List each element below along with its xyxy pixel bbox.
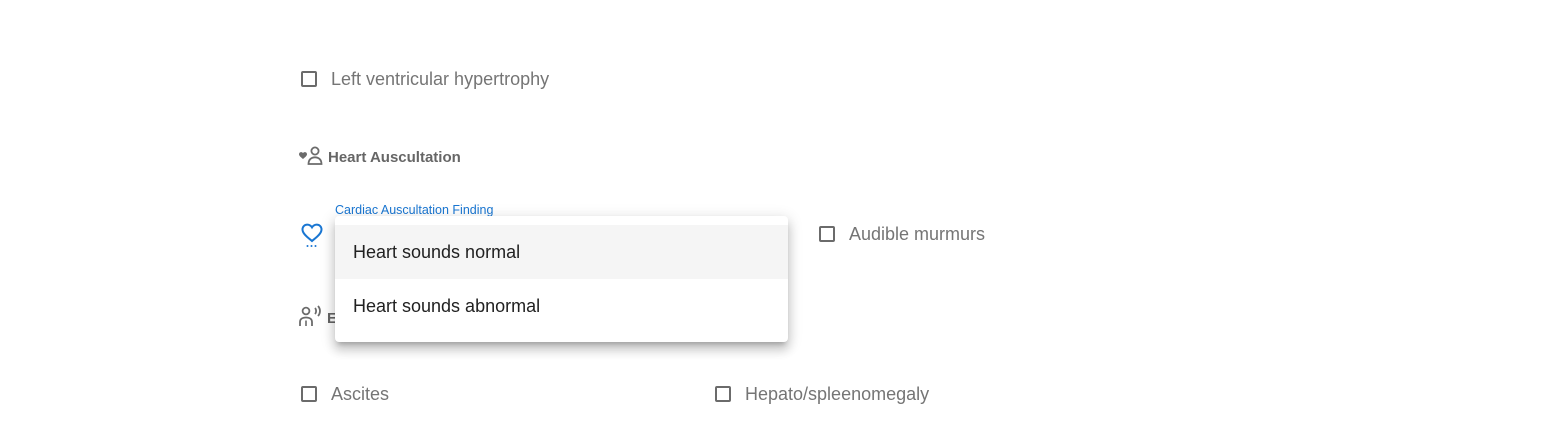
person-sound-icon bbox=[298, 304, 324, 333]
ascites-checkbox[interactable]: Ascites bbox=[301, 382, 389, 406]
left-ventricular-hypertrophy-checkbox[interactable]: Left ventricular hypertrophy bbox=[301, 67, 549, 91]
heart-person-icon bbox=[298, 144, 324, 171]
checkbox-icon[interactable] bbox=[301, 386, 317, 402]
checkbox-icon[interactable] bbox=[715, 386, 731, 402]
section-title: Heart Auscultation bbox=[328, 148, 461, 166]
checkbox-label: Audible murmurs bbox=[849, 223, 986, 244]
heart-auscultation-header: Heart Auscultation bbox=[298, 145, 461, 169]
checkbox-label: Left ventricular hypertrophy bbox=[331, 68, 550, 89]
checkbox-icon[interactable] bbox=[819, 226, 835, 242]
option-heart-sounds-normal[interactable]: Heart sounds normal bbox=[335, 225, 788, 279]
checkbox-icon[interactable] bbox=[301, 71, 317, 87]
checkbox-label: Hepato/spleenomegaly bbox=[745, 383, 930, 404]
audible-murmurs-checkbox[interactable]: Audible murmurs bbox=[819, 222, 985, 246]
option-heart-sounds-abnormal[interactable]: Heart sounds abnormal bbox=[335, 279, 788, 333]
cardiac-auscultation-label: Cardiac Auscultation Finding bbox=[335, 203, 494, 217]
cardiac-auscultation-dropdown: Heart sounds normal Heart sounds abnorma… bbox=[335, 216, 788, 342]
abdomen-section-header: E bbox=[298, 304, 337, 333]
checkbox-label: Ascites bbox=[331, 383, 390, 404]
page: Left ventricular hypertrophy Heart Auscu… bbox=[0, 0, 1545, 435]
hepato-spleenomegaly-checkbox[interactable]: Hepato/spleenomegaly bbox=[715, 382, 929, 406]
heart-icon bbox=[300, 222, 324, 253]
